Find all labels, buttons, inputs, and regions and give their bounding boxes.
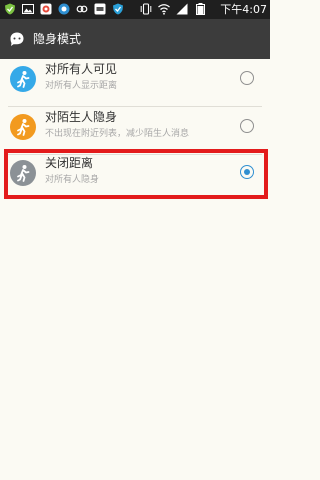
status-time: 下午4:07 <box>220 3 267 16</box>
vpn-icon <box>113 3 123 15</box>
option-radio[interactable] <box>240 71 254 85</box>
vibrate-icon <box>140 3 152 15</box>
chat-bubble-icon[interactable] <box>9 31 25 47</box>
image-icon <box>22 4 34 14</box>
option-subtitle: 对所有人显示距离 <box>45 81 118 91</box>
screen: 下午4:07 隐身模式 对所有人可见 对所有人显示距离 对陌生人隐身 不出现在附… <box>0 0 270 480</box>
photo-app-icon <box>40 3 52 15</box>
browser-icon <box>58 3 70 15</box>
selection-highlight <box>4 149 268 199</box>
option-title: 对所有人可见 <box>45 62 118 76</box>
visible-status-icon <box>10 66 36 92</box>
shield-icon <box>5 3 15 15</box>
page-title: 隐身模式 <box>33 32 82 46</box>
stranger-hidden-icon <box>10 114 36 140</box>
option-visible-to-all[interactable]: 对所有人可见 对所有人显示距离 <box>0 55 270 107</box>
status-bar: 下午4:07 <box>0 0 270 19</box>
link-icon <box>76 5 88 13</box>
cellular-icon <box>176 3 188 15</box>
option-subtitle: 不出现在附近列表，减少陌生人消息 <box>45 129 190 139</box>
battery-icon <box>196 3 205 15</box>
wifi-icon <box>158 4 170 15</box>
app-bar: 隐身模式 <box>0 19 270 59</box>
option-radio[interactable] <box>240 119 254 133</box>
hd-app-icon <box>94 3 106 15</box>
option-invisible-to-strangers[interactable]: 对陌生人隐身 不出现在附近列表，减少陌生人消息 <box>0 103 270 155</box>
option-title: 对陌生人隐身 <box>45 110 118 124</box>
